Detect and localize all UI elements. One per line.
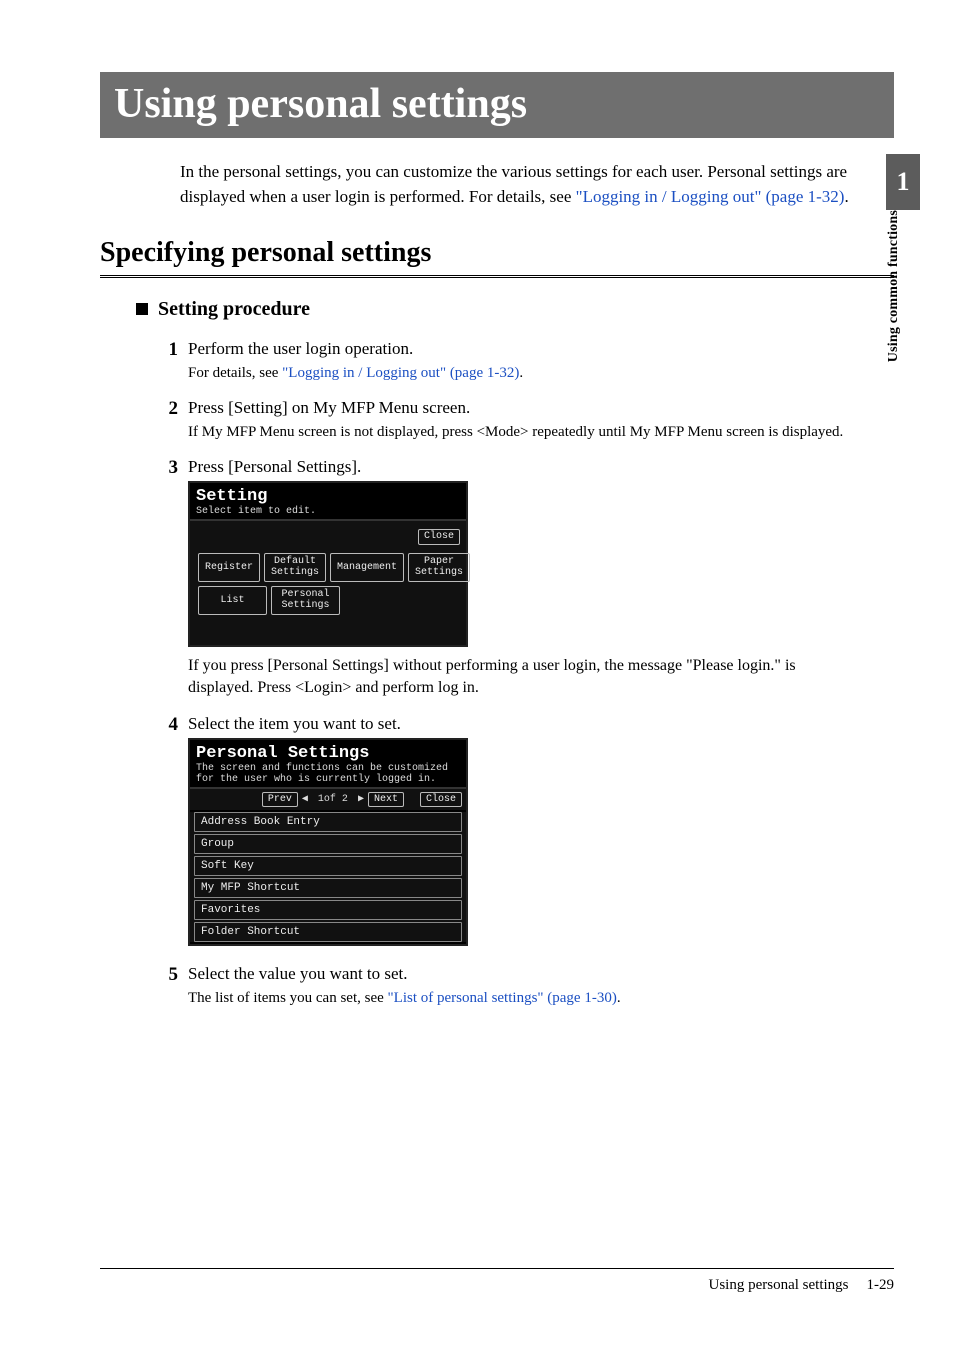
step-main-text: Perform the user login operation.	[188, 339, 858, 359]
step-number: 3	[158, 457, 188, 699]
step-number: 2	[158, 398, 188, 443]
lcd2-item-folder-shortcut[interactable]: Folder Shortcut	[194, 922, 462, 942]
lcd1-btn-default-settings[interactable]: Default Settings	[264, 553, 326, 582]
lcd1-title: Setting	[196, 487, 460, 506]
step-sub-text: If My MFP Menu screen is not displayed, …	[188, 422, 858, 443]
lcd1-btn-paper-settings[interactable]: Paper Settings	[408, 553, 470, 582]
step-main-text: Select the value you want to set.	[188, 964, 858, 984]
lcd2-item-address-book[interactable]: Address Book Entry	[194, 812, 462, 832]
intro-paragraph: In the personal settings, you can custom…	[180, 160, 860, 209]
square-bullet-icon	[136, 303, 148, 315]
steps-list: 1 Perform the user login operation. For …	[158, 339, 858, 1009]
lcd2-item-soft-key[interactable]: Soft Key	[194, 856, 462, 876]
lcd2-prev-button[interactable]: Prev	[262, 792, 298, 808]
chapter-side-tab: 1 Using common functions	[886, 154, 920, 372]
lcd2-close-button[interactable]: Close	[420, 792, 462, 808]
lcd-personal-settings-screenshot: Personal Settings The screen and functio…	[188, 738, 468, 947]
lcd2-page-indicator: 1of 2	[312, 794, 354, 805]
section-heading-specifying: Specifying personal settings	[100, 237, 894, 278]
page-title-bar: Using personal settings	[100, 72, 894, 138]
step-3: 3 Press [Personal Settings]. Setting Sel…	[158, 457, 858, 699]
footer-title: Using personal settings	[709, 1277, 849, 1294]
step-4: 4 Select the item you want to set. Perso…	[158, 714, 858, 947]
lcd2-prev-arrow-icon: ◀	[302, 793, 308, 805]
step-1: 1 Perform the user login operation. For …	[158, 339, 858, 384]
lcd2-item-favorites[interactable]: Favorites	[194, 900, 462, 920]
lcd2-item-my-mfp-shortcut[interactable]: My MFP Shortcut	[194, 878, 462, 898]
lcd-settings-screenshot: Setting Select item to edit. Close Regis…	[188, 481, 468, 647]
lcd2-title: Personal Settings	[196, 744, 460, 763]
step-main-text: Press [Setting] on My MFP Menu screen.	[188, 398, 858, 418]
step-main-text: Select the item you want to set.	[188, 714, 858, 734]
step-main-text: Press [Personal Settings].	[188, 457, 858, 477]
step3-after-text: If you press [Personal Settings] without…	[188, 655, 858, 700]
step-5: 5 Select the value you want to set. The …	[158, 964, 858, 1009]
step-sub-text: The list of items you can set, see "List…	[188, 988, 858, 1009]
chapter-number-box: 1	[886, 154, 920, 210]
step5-link-list[interactable]: "List of personal settings" (page 1-30)	[388, 990, 617, 1006]
step-number: 1	[158, 339, 188, 384]
lcd2-item-group[interactable]: Group	[194, 834, 462, 854]
intro-text-post: .	[844, 187, 848, 206]
footer-page-number: 1-29	[867, 1277, 895, 1294]
step-number: 5	[158, 964, 188, 1009]
chapter-label: Using common functions	[886, 210, 902, 372]
lcd2-next-arrow-icon: ▶	[358, 793, 364, 805]
lcd2-next-button[interactable]: Next	[368, 792, 404, 808]
chapter-number: 1	[897, 167, 910, 197]
lcd1-btn-list[interactable]: List	[198, 586, 267, 615]
intro-link-logging[interactable]: "Logging in / Logging out" (page 1-32)	[576, 187, 845, 206]
step-2: 2 Press [Setting] on My MFP Menu screen.…	[158, 398, 858, 443]
lcd1-btn-personal-settings[interactable]: Personal Settings	[271, 586, 340, 615]
step1-link-logging[interactable]: "Logging in / Logging out" (page 1-32)	[282, 365, 519, 381]
step-number: 4	[158, 714, 188, 947]
lcd1-subtitle: Select item to edit.	[196, 506, 460, 517]
lcd1-btn-management[interactable]: Management	[330, 553, 404, 582]
step-sub-text: For details, see "Logging in / Logging o…	[188, 363, 858, 384]
page-footer: Using personal settings 1-29	[100, 1268, 894, 1294]
subsection-heading-procedure: Setting procedure	[136, 298, 894, 321]
lcd2-subtitle: The screen and functions can be customiz…	[196, 763, 460, 785]
page-title: Using personal settings	[114, 80, 880, 128]
subsection-heading-text: Setting procedure	[158, 298, 310, 320]
lcd1-btn-register[interactable]: Register	[198, 553, 260, 582]
lcd1-close-button[interactable]: Close	[418, 529, 460, 545]
